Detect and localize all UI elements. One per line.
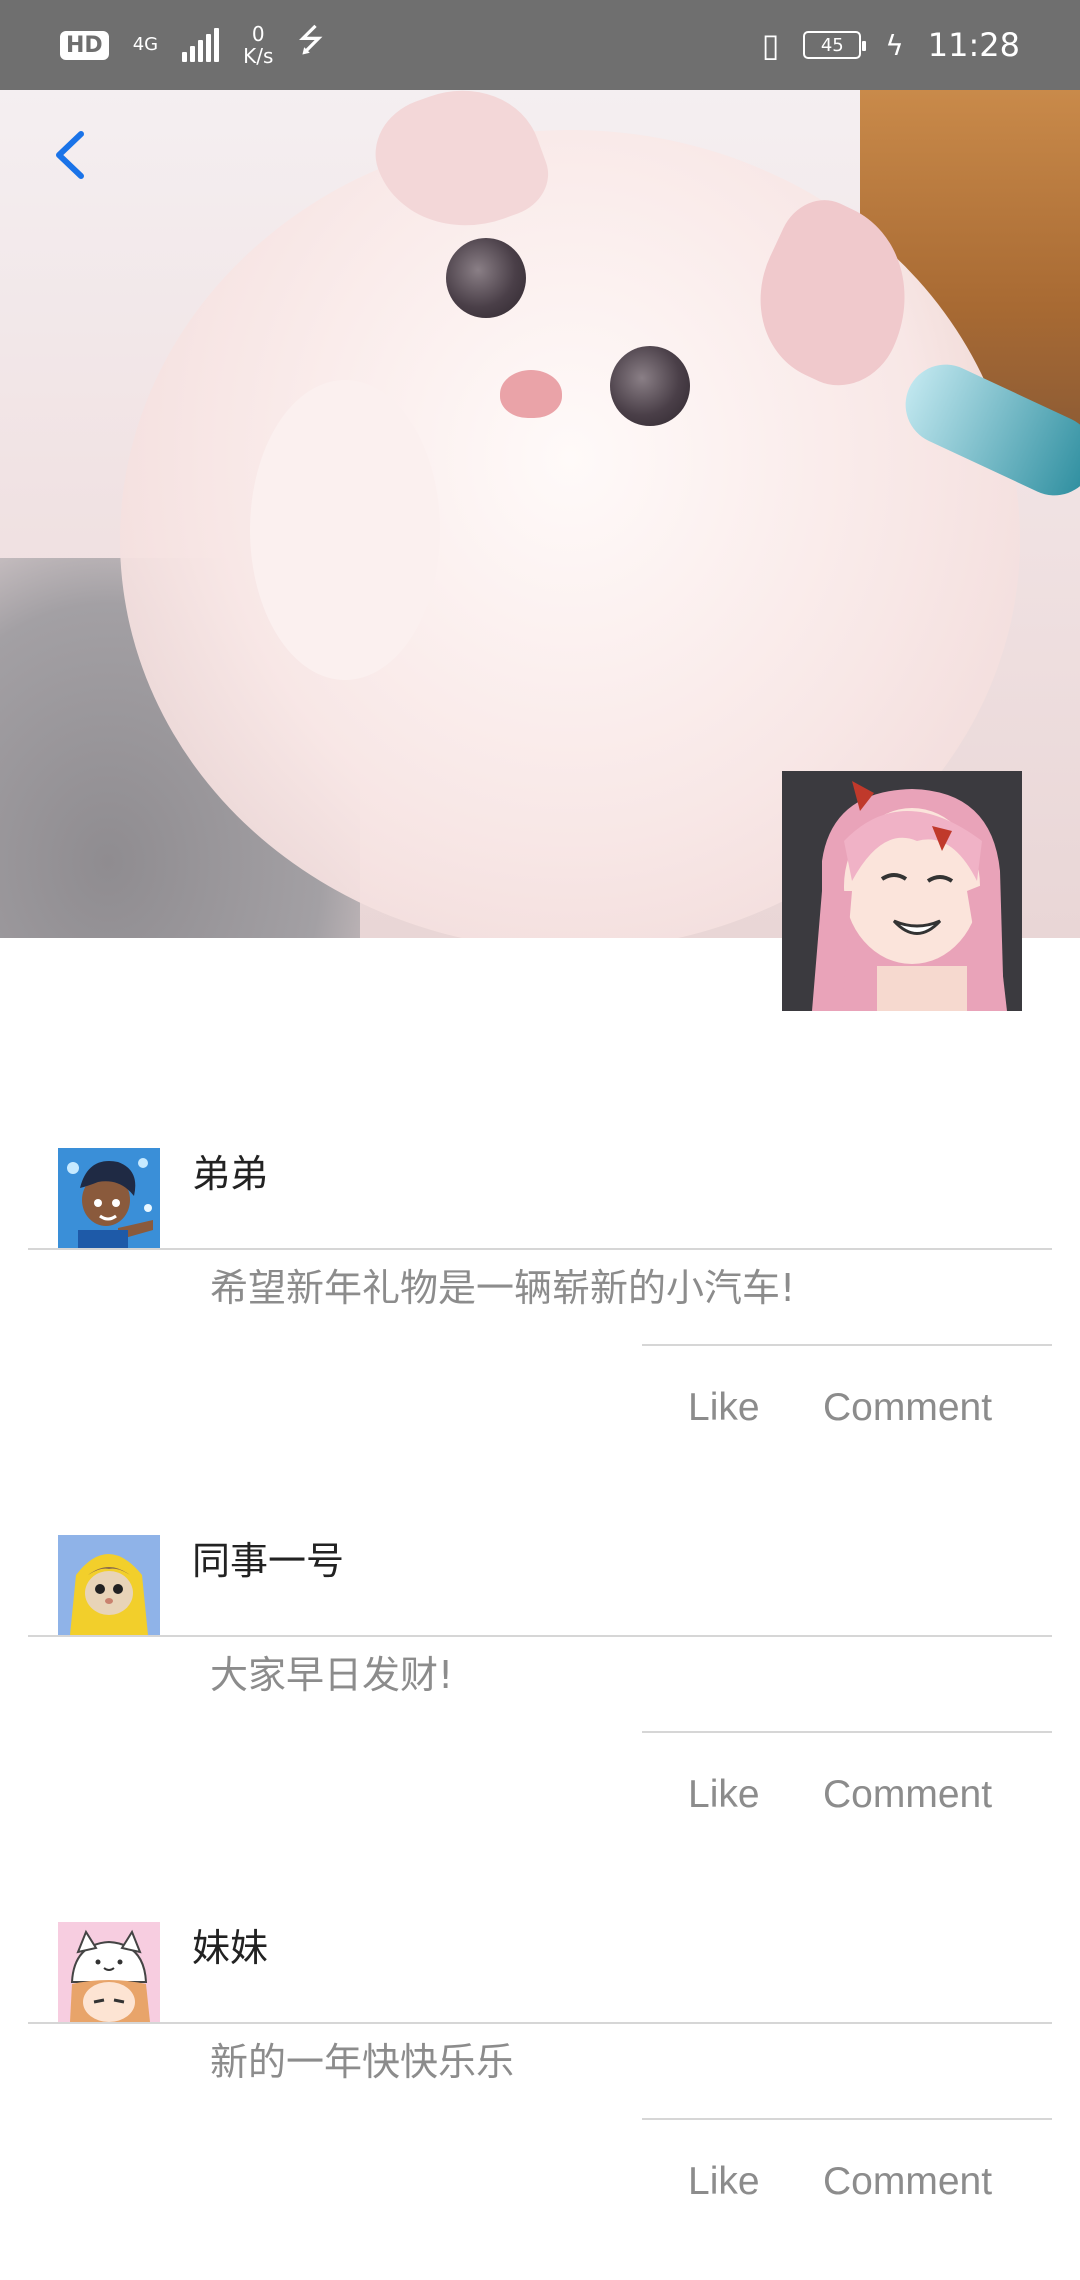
profile-avatar-image — [782, 771, 1022, 1011]
post-item: 弟弟 希望新年礼物是一辆崭新的小汽车! Like Comment — [0, 1148, 1080, 1508]
post-divider — [28, 2022, 1052, 2024]
cat-nose — [500, 370, 562, 418]
post-author-name[interactable]: 弟弟 — [192, 1148, 268, 1200]
charging-icon: ϟ — [885, 28, 904, 62]
avatar-cat-raincoat-image — [58, 1535, 160, 1635]
like-button[interactable]: Like — [688, 1773, 760, 1817]
chevron-left-icon — [56, 131, 84, 179]
vibrate-icon: ▯ — [761, 26, 780, 64]
post-avatar[interactable] — [58, 1922, 160, 2022]
cat-eye-right — [610, 346, 690, 426]
status-right: ▯ 45 ϟ 11:28 — [762, 26, 1020, 64]
moments-screen: HD 4G 0 K/s ⭍ ▯ 45 ϟ 11:28 弟弟 希望新年礼物是一辆崭… — [0, 0, 1080, 2280]
cat-paw — [250, 380, 440, 680]
post-content: 新的一年快快乐乐 — [210, 2040, 515, 2084]
post-content: 大家早日发财! — [210, 1653, 454, 1697]
hd-badge: HD — [60, 30, 109, 60]
avatar-girl-cat-hat-image — [58, 1922, 160, 2022]
usb-icon: ⭍ — [297, 21, 325, 59]
cat-eye-left — [446, 238, 526, 318]
avatar-boy-image — [58, 1148, 160, 1248]
comment-button[interactable]: Comment — [823, 2160, 992, 2204]
comment-button[interactable]: Comment — [823, 1386, 992, 1430]
actions-divider — [642, 1344, 1052, 1346]
battery-level: 45 — [820, 34, 844, 56]
back-button[interactable] — [40, 120, 100, 190]
profile-avatar[interactable] — [782, 771, 1022, 1011]
signal-icon — [182, 28, 220, 62]
post-content: 希望新年礼物是一辆崭新的小汽车! — [210, 1266, 796, 1310]
network-speed: 0 K/s — [243, 23, 273, 67]
post-divider — [28, 1635, 1052, 1637]
post-avatar[interactable] — [58, 1148, 160, 1248]
speed-value: 0 — [251, 22, 265, 46]
comment-button[interactable]: Comment — [823, 1773, 992, 1817]
post-item: 妹妹 新的一年快快乐乐 Like Comment — [0, 1922, 1080, 2280]
post-author-name[interactable]: 同事一号 — [192, 1535, 344, 1587]
battery-icon: 45 — [803, 31, 867, 59]
status-left: HD 4G 0 K/s ⭍ — [60, 18, 324, 72]
like-button[interactable]: Like — [688, 2160, 760, 2204]
actions-divider — [642, 2118, 1052, 2120]
post-author-name[interactable]: 妹妹 — [192, 1922, 268, 1974]
like-button[interactable]: Like — [688, 1386, 760, 1430]
network-type: 4G — [132, 34, 159, 55]
post-divider — [28, 1248, 1052, 1250]
clock: 11:28 — [927, 26, 1020, 64]
actions-divider — [642, 1731, 1052, 1733]
speed-unit: K/s — [243, 44, 274, 68]
post-avatar[interactable] — [58, 1535, 160, 1635]
status-bar: HD 4G 0 K/s ⭍ ▯ 45 ϟ 11:28 — [0, 0, 1080, 90]
post-item: 同事一号 大家早日发财! Like Comment — [0, 1535, 1080, 1895]
